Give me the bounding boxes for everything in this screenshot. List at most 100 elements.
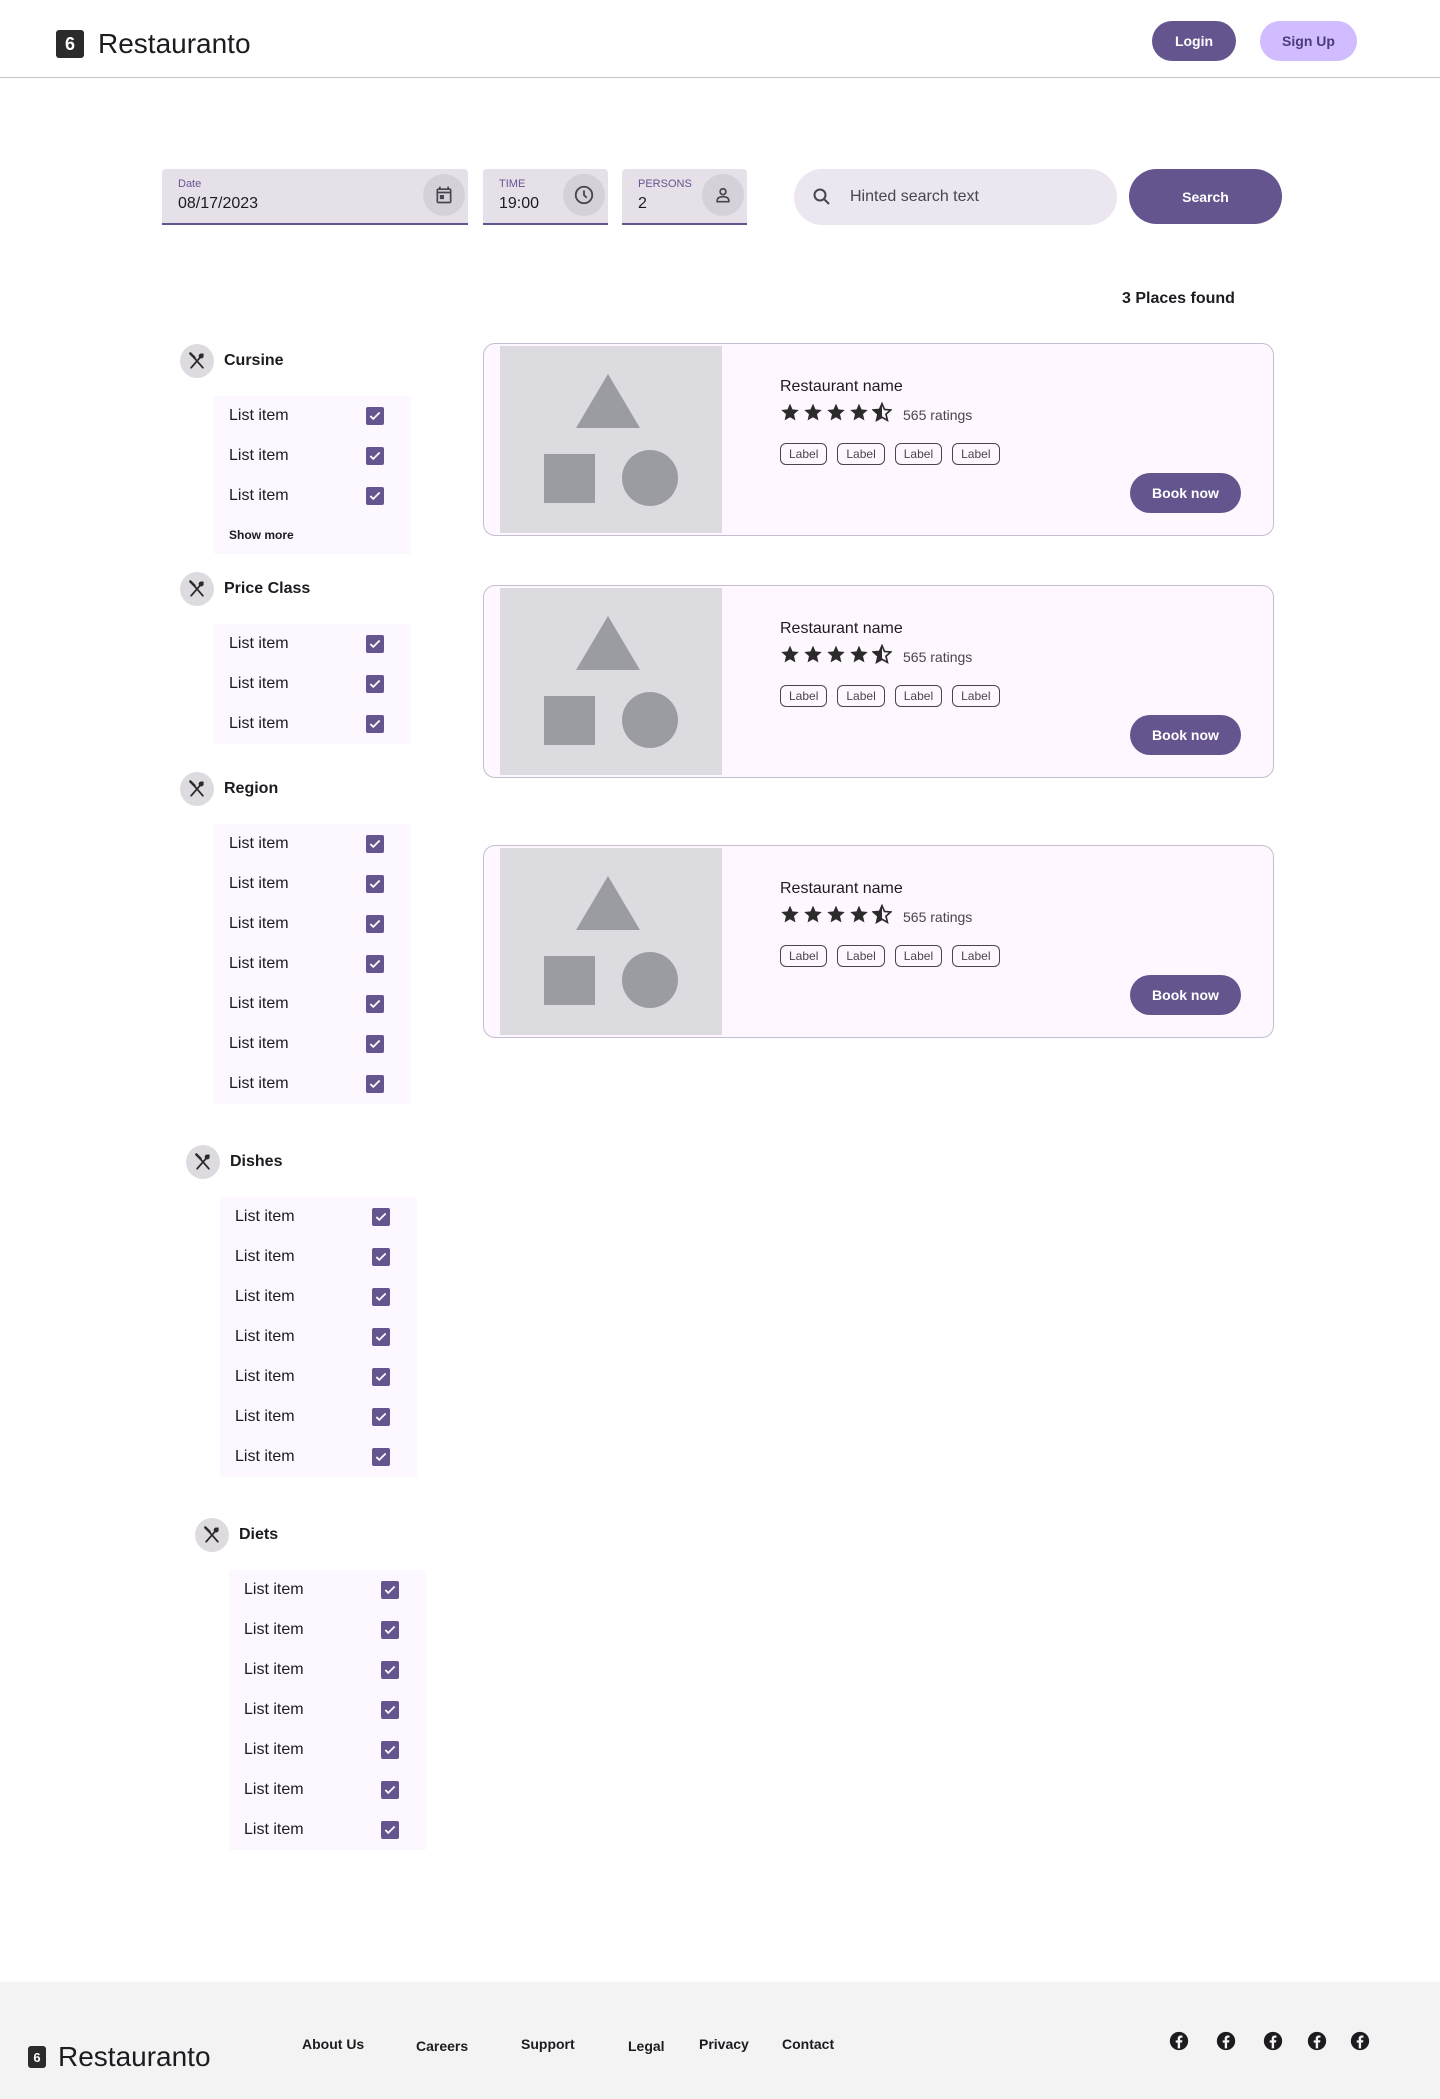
checkbox[interactable] <box>381 1621 399 1639</box>
label-chip[interactable]: Label <box>837 443 885 465</box>
filter-list-item[interactable]: List item <box>214 436 411 476</box>
search-bar[interactable] <box>794 169 1117 225</box>
facebook-icon[interactable] <box>1262 2030 1284 2052</box>
filter-list-item[interactable]: List item <box>220 1317 417 1357</box>
filter-list-item[interactable]: List item <box>220 1237 417 1277</box>
checkbox[interactable] <box>381 1741 399 1759</box>
filter-header[interactable]: Cursine <box>180 344 284 378</box>
filter-list-item[interactable]: List item <box>214 984 411 1024</box>
filter-list-item[interactable]: List item <box>214 664 411 704</box>
date-field[interactable]: Date 08/17/2023 <box>162 169 468 225</box>
filter-list-item[interactable]: List item <box>214 944 411 984</box>
filter-list-item[interactable]: List item <box>220 1277 417 1317</box>
checkbox[interactable] <box>372 1328 390 1346</box>
checkbox[interactable] <box>366 487 384 505</box>
filter-header[interactable]: Diets <box>195 1518 278 1552</box>
filter-list-item[interactable]: List item <box>229 1610 426 1650</box>
filter-header[interactable]: Region <box>180 772 278 806</box>
footer-link-support[interactable]: Support <box>521 2036 575 2052</box>
label-chip[interactable]: Label <box>837 685 885 707</box>
checkbox[interactable] <box>372 1208 390 1226</box>
label-chip[interactable]: Label <box>837 945 885 967</box>
restaurant-card[interactable]: Restaurant name 565 ratings Label Label La… <box>483 845 1274 1038</box>
checkbox[interactable] <box>366 835 384 853</box>
label-chip[interactable]: Label <box>780 685 828 707</box>
filter-list-item[interactable]: List item <box>220 1197 417 1237</box>
checkbox[interactable] <box>366 1075 384 1093</box>
footer-link-privacy[interactable]: Privacy <box>699 2036 749 2052</box>
show-more-link[interactable]: Show more <box>229 528 294 542</box>
footer-link-contact[interactable]: Contact <box>782 2036 834 2052</box>
facebook-icon[interactable] <box>1168 2030 1190 2052</box>
time-field[interactable]: TIME 19:00 <box>483 169 608 225</box>
checkbox[interactable] <box>366 875 384 893</box>
filter-list-item[interactable]: List item <box>214 1064 411 1104</box>
person-icon[interactable] <box>702 174 744 216</box>
filter-list-item[interactable]: List item <box>220 1357 417 1397</box>
filter-header[interactable]: Price Class <box>180 572 310 606</box>
filter-list-item[interactable]: List item <box>220 1397 417 1437</box>
filter-list-item[interactable]: List item <box>229 1570 426 1610</box>
checkbox[interactable] <box>366 407 384 425</box>
restaurant-name[interactable]: Restaurant name <box>780 880 903 898</box>
footer-brand-logo[interactable]: 6 Restauranto <box>28 2041 211 2073</box>
label-chip[interactable]: Label <box>952 443 1000 465</box>
checkbox[interactable] <box>366 635 384 653</box>
checkbox[interactable] <box>366 995 384 1013</box>
restaurant-name[interactable]: Restaurant name <box>780 378 903 396</box>
checkbox[interactable] <box>372 1248 390 1266</box>
filter-list-item[interactable]: List item <box>214 1024 411 1064</box>
restaurant-card[interactable]: Restaurant name 565 ratings Label Label La… <box>483 585 1274 778</box>
label-chip[interactable]: Label <box>780 443 828 465</box>
clock-icon[interactable] <box>563 174 605 216</box>
label-chip[interactable]: Label <box>894 443 943 465</box>
login-button[interactable]: Login <box>1152 21 1236 61</box>
filter-list-item[interactable]: List item <box>214 624 411 664</box>
filter-list-item[interactable]: List item <box>214 476 411 516</box>
filter-list-item[interactable]: List item <box>229 1770 426 1810</box>
filter-list-item[interactable]: List item <box>214 824 411 864</box>
filter-list-item[interactable]: List item <box>214 396 411 436</box>
label-chip[interactable]: Label <box>952 685 1000 707</box>
filter-list-item[interactable]: List item <box>229 1690 426 1730</box>
checkbox[interactable] <box>372 1288 390 1306</box>
footer-link-legal[interactable]: Legal <box>628 2038 665 2054</box>
filter-list-item[interactable]: List item <box>214 904 411 944</box>
footer-link-careers[interactable]: Careers <box>416 2038 468 2054</box>
footer-link-about[interactable]: About Us <box>302 2036 364 2052</box>
checkbox[interactable] <box>381 1821 399 1839</box>
facebook-icon[interactable] <box>1349 2030 1371 2052</box>
checkbox[interactable] <box>372 1448 390 1466</box>
label-chip[interactable]: Label <box>780 945 828 967</box>
signup-button[interactable]: Sign Up <box>1260 21 1357 61</box>
filter-header[interactable]: Dishes <box>186 1145 282 1179</box>
restaurant-name[interactable]: Restaurant name <box>780 620 903 638</box>
book-now-button[interactable]: Book now <box>1130 975 1241 1015</box>
filter-list-item[interactable]: List item <box>229 1810 426 1850</box>
label-chip[interactable]: Label <box>894 945 943 967</box>
checkbox[interactable] <box>366 915 384 933</box>
search-input[interactable] <box>850 183 1100 211</box>
facebook-icon[interactable] <box>1306 2030 1328 2052</box>
restaurant-card[interactable]: Restaurant name 565 ratings Label Label La… <box>483 343 1274 536</box>
checkbox[interactable] <box>366 675 384 693</box>
checkbox[interactable] <box>381 1781 399 1799</box>
brand-logo[interactable]: 6 Restauranto <box>56 28 251 60</box>
book-now-button[interactable]: Book now <box>1130 715 1241 755</box>
calendar-icon[interactable] <box>423 174 465 216</box>
checkbox[interactable] <box>366 447 384 465</box>
checkbox[interactable] <box>366 955 384 973</box>
checkbox[interactable] <box>366 1035 384 1053</box>
checkbox[interactable] <box>372 1368 390 1386</box>
label-chip[interactable]: Label <box>894 685 943 707</box>
checkbox[interactable] <box>381 1581 399 1599</box>
filter-list-item[interactable]: List item <box>214 864 411 904</box>
filter-list-item[interactable]: List item <box>214 704 411 744</box>
filter-list-item[interactable]: List item <box>229 1650 426 1690</box>
search-button[interactable]: Search <box>1129 169 1282 224</box>
filter-list-item[interactable]: List item <box>229 1730 426 1770</box>
book-now-button[interactable]: Book now <box>1130 473 1241 513</box>
checkbox[interactable] <box>372 1408 390 1426</box>
persons-field[interactable]: PERSONS 2 <box>622 169 747 225</box>
facebook-icon[interactable] <box>1215 2030 1237 2052</box>
